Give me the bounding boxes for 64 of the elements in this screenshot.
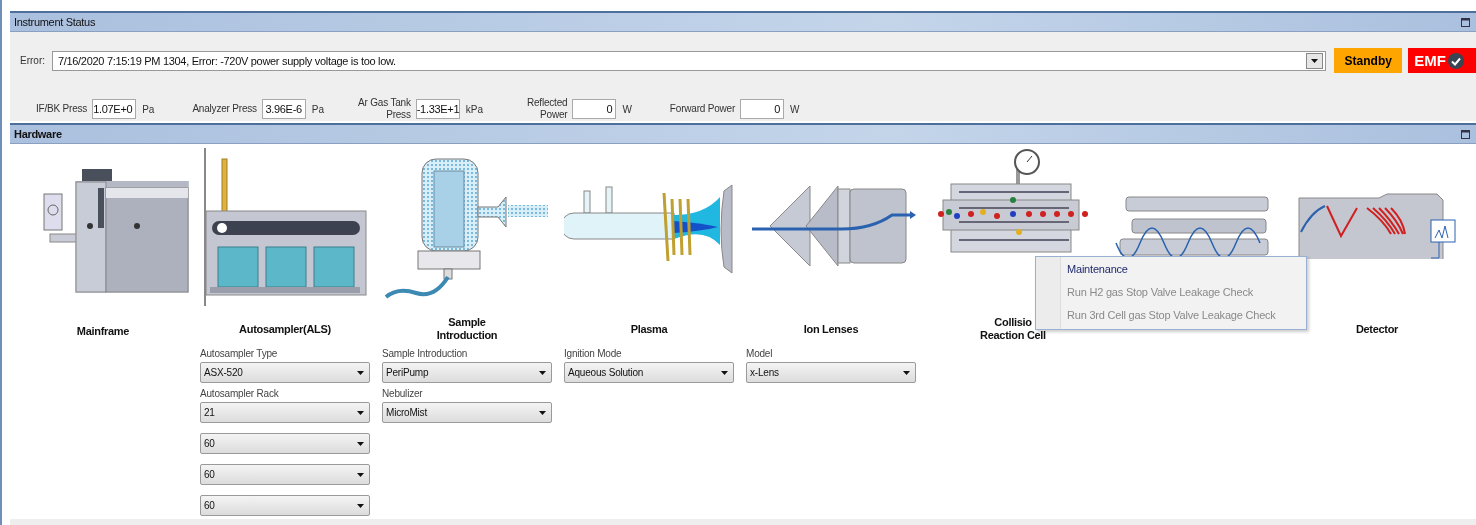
error-dropdown[interactable]: 7/16/2020 7:15:19 PM 1304, Error: -720V power supply voltage is too low. (51, 50, 1327, 71)
field-label: Autosampler Type (200, 347, 279, 361)
menu-item: Run H2 gas Stop Valve Leakage Check (1067, 285, 1255, 300)
caret-icon (357, 441, 364, 446)
panel-title: Instrument Status (14, 16, 96, 28)
component-label: Collisio (994, 316, 1032, 329)
dropdown[interactable]: PeriPump (382, 362, 552, 383)
caret-icon (721, 370, 728, 375)
dropdown[interactable]: 21 (200, 402, 370, 423)
dropdown[interactable]: 60 (200, 495, 370, 516)
component-label: Ion Lenses (803, 322, 859, 336)
reading-label: Forward Power (669, 103, 736, 115)
reading-label: Analyzer Press (192, 103, 257, 115)
dropdown[interactable]: x-Lens (746, 362, 916, 383)
component-label: Autosampler(ALS) (239, 322, 331, 336)
check-icon (1447, 52, 1464, 69)
field-label: Ignition Mode (564, 347, 623, 361)
unit-label: Pa (311, 103, 325, 115)
caret-icon (903, 370, 910, 375)
standby-button[interactable]: Standby (1334, 48, 1403, 73)
caret-icon (357, 370, 364, 375)
caret-icon (357, 472, 364, 477)
reading-label: Ar Gas Tank (358, 97, 411, 109)
reading-label: Power (539, 109, 568, 121)
caret-icon (539, 410, 546, 415)
field-label: Model (746, 347, 774, 361)
reading-field[interactable]: 3.96E-6 (261, 99, 306, 119)
caret-icon (357, 410, 364, 415)
component-label: Sample (448, 316, 486, 329)
reading-label: Reflected (526, 97, 568, 109)
component-label: Mainframe (76, 324, 130, 338)
dropdown[interactable]: 60 (200, 433, 370, 454)
reading-field[interactable]: 0 (572, 99, 617, 119)
dropdown-button[interactable] (1306, 52, 1324, 69)
component-label: Reaction Cell (980, 329, 1046, 342)
component-label: Detector (1355, 322, 1399, 336)
reading-label: Press (385, 109, 411, 121)
reading-label: IF/BK Press (36, 103, 88, 115)
reading-field[interactable]: 1.07E+0 (92, 99, 137, 119)
menu-item[interactable]: Maintenance (1067, 261, 1276, 278)
dropdown[interactable]: 60 (200, 464, 370, 485)
field-label: Nebulizer (382, 387, 424, 401)
unit-label: Pa (142, 103, 155, 115)
unit-label: kPa (465, 103, 483, 115)
field-label: Sample Introduction (382, 347, 469, 361)
unit-label: W (790, 103, 800, 115)
component-label: Introduction (436, 329, 498, 342)
caret-icon (1311, 58, 1319, 63)
emf-button[interactable]: EMF (1408, 48, 1476, 73)
menu-item: Run 3rd Cell gas Stop Valve Leakage Check (1067, 308, 1276, 323)
component-label: Plasma (630, 322, 668, 336)
unit-label: W (622, 103, 632, 115)
field-label: Autosampler Rack (200, 387, 280, 401)
restore-icon[interactable] (1461, 17, 1470, 27)
reading-field[interactable]: -1.33E+1 (415, 99, 460, 119)
panel-title: Hardware (14, 128, 62, 140)
dropdown[interactable]: MicroMist (382, 402, 552, 423)
caret-icon (357, 503, 364, 508)
dropdown[interactable]: Aqueous Solution (564, 362, 734, 383)
caret-icon (539, 370, 546, 375)
restore-icon[interactable] (1461, 129, 1470, 139)
reading-field[interactable]: 0 (740, 99, 785, 119)
dropdown[interactable]: ASX-520 (200, 362, 370, 383)
error-label: Error: (20, 55, 46, 66)
